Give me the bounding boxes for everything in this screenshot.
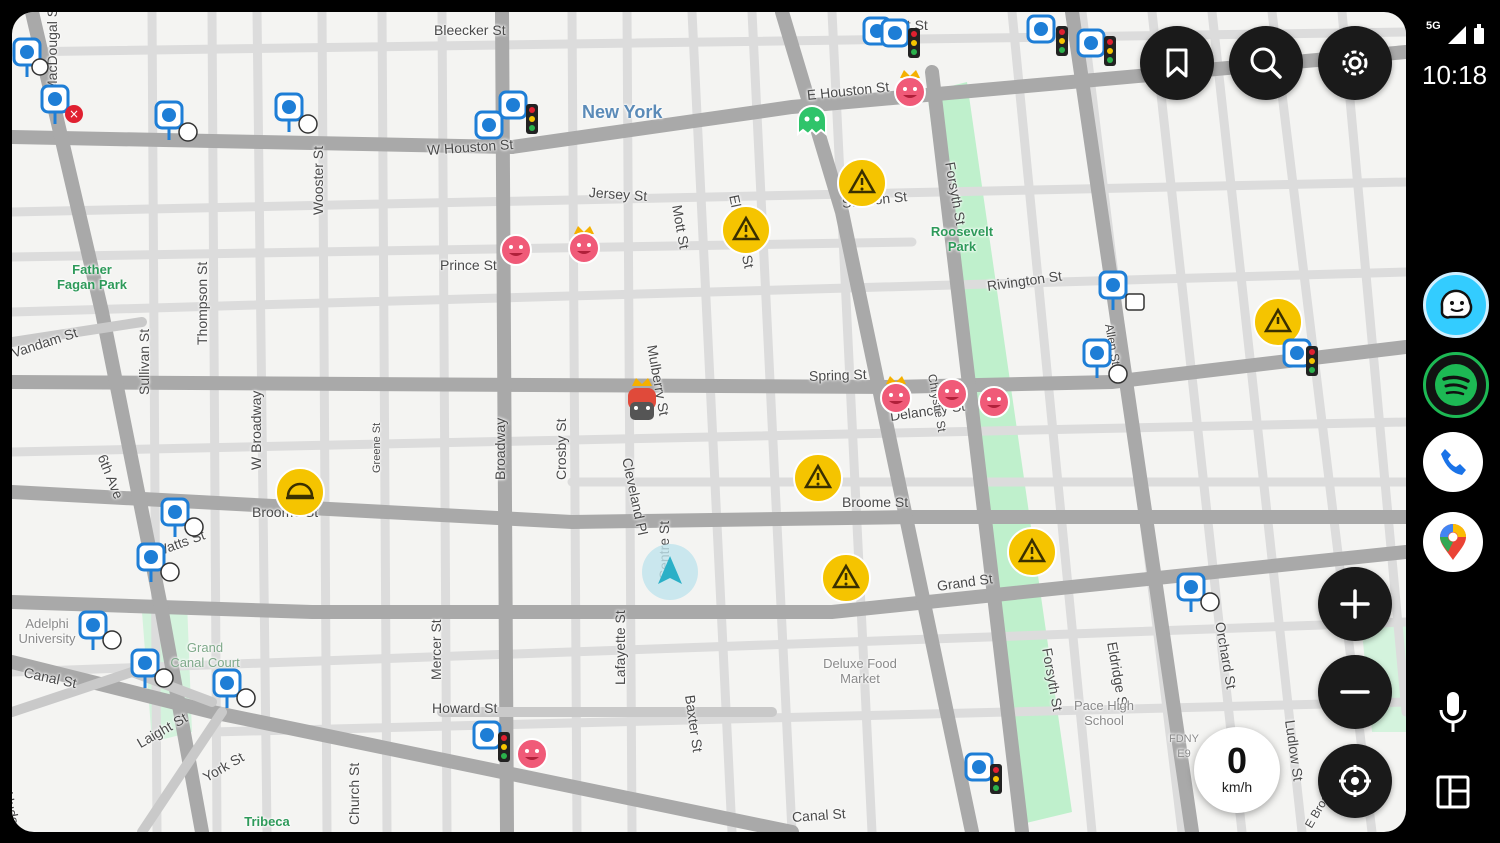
speed-camera-icon[interactable] — [154, 100, 200, 146]
waze-app-button[interactable] — [1423, 272, 1489, 338]
bookmark-button[interactable] — [1140, 26, 1214, 100]
poi-label: Tribeca — [244, 814, 290, 829]
wazer-avatar-icon[interactable] — [934, 376, 970, 412]
street-label: Wooster St — [310, 146, 326, 215]
plus-icon — [1340, 589, 1370, 619]
street-label: Church St — [346, 762, 362, 825]
zoom-in-button[interactable] — [1318, 567, 1392, 641]
traffic-light-camera-icon[interactable] — [1282, 338, 1330, 390]
map-view[interactable]: Bleecker St E Houston St W Houston St 1s… — [12, 12, 1406, 832]
ghost-wazer-icon[interactable] — [794, 104, 830, 140]
zoom-out-button[interactable] — [1318, 655, 1392, 729]
park-label: Roosevelt Park — [930, 224, 994, 254]
layout-icon[interactable] — [1436, 775, 1470, 809]
phone-app-button[interactable] — [1423, 432, 1483, 492]
street-label: Crosby St — [553, 418, 569, 480]
poi-label: Adelphi University — [18, 616, 76, 646]
wazer-avatar-icon[interactable] — [890, 68, 930, 110]
wazer-avatar-icon[interactable] — [498, 232, 534, 268]
hazard-icon[interactable] — [720, 204, 772, 262]
speedometer: 0 km/h — [1194, 727, 1280, 813]
traffic-light-camera-icon[interactable] — [964, 752, 1012, 804]
recenter-button[interactable] — [1318, 744, 1392, 818]
street-label: Prince St — [440, 257, 497, 273]
street-label: W Broadway — [248, 390, 264, 470]
hazard-icon[interactable] — [792, 452, 844, 510]
phone-icon — [1441, 449, 1466, 475]
search-icon — [1250, 47, 1282, 79]
poi-label: Deluxe Food Market — [823, 656, 897, 686]
traffic-camera-icon[interactable] — [1026, 12, 1118, 72]
street-label: Howard St — [432, 700, 498, 716]
street-label: Bleecker St — [434, 22, 506, 38]
speed-camera-icon[interactable] — [130, 648, 178, 698]
speed-camera-icon[interactable] — [160, 497, 208, 547]
street-label: Thompson St — [194, 261, 210, 345]
poi-label: Pace High School — [1074, 698, 1134, 728]
signal-battery-icon — [1448, 24, 1484, 44]
wazer-vehicle-icon[interactable] — [622, 376, 662, 428]
svg-text:×: × — [69, 107, 79, 121]
speed-camera-icon[interactable] — [78, 610, 126, 660]
google-maps-app-button[interactable] — [1423, 512, 1483, 572]
minus-icon — [1340, 690, 1370, 694]
network-indicator: 5G — [1426, 20, 1441, 32]
speed-camera-icon[interactable]: × — [40, 84, 86, 130]
recenter-icon — [1339, 765, 1371, 797]
hazard-icon[interactable] — [836, 157, 888, 215]
poi-label: Grand Canal Court — [170, 640, 240, 670]
speed-camera-icon[interactable] — [212, 668, 260, 718]
clock: 10:18 — [1422, 60, 1488, 90]
wazer-avatar-icon[interactable] — [876, 374, 916, 416]
speed-unit: km/h — [1221, 779, 1253, 795]
microphone-icon[interactable] — [1436, 690, 1470, 734]
street-label: Lafayette St — [612, 610, 628, 685]
google-maps-icon — [1440, 524, 1466, 560]
speed-camera-icon[interactable] — [274, 92, 320, 138]
street-label: Sullivan St — [136, 328, 152, 395]
wazer-avatar-icon[interactable] — [976, 384, 1012, 420]
speed-camera-icon[interactable] — [12, 37, 52, 81]
spotify-icon — [1435, 364, 1477, 406]
speed-value: 0 — [1226, 740, 1248, 781]
park-label: Father Fagan Park — [56, 262, 128, 292]
street-label: Greene St — [371, 422, 383, 473]
traffic-light-camera-icon[interactable] — [472, 720, 520, 772]
speed-camera-icon[interactable] — [1082, 338, 1130, 388]
bus-camera-icon[interactable] — [1098, 270, 1146, 314]
speed-camera-icon[interactable] — [1176, 572, 1224, 622]
construction-icon[interactable] — [274, 466, 326, 524]
street-label: Broome St — [842, 494, 909, 510]
traffic-camera-icon[interactable] — [474, 90, 544, 142]
wazer-avatar-icon[interactable] — [514, 736, 550, 772]
gear-icon — [1342, 50, 1368, 76]
current-location-icon — [642, 544, 698, 600]
street-label: Mercer St — [428, 619, 444, 680]
settings-button[interactable] — [1318, 26, 1392, 100]
street-label: Spring St — [808, 365, 867, 384]
city-label: New York — [582, 102, 663, 122]
hazard-icon[interactable] — [820, 552, 872, 610]
speed-camera-icon[interactable] — [136, 542, 184, 592]
street-label: Broadway — [492, 417, 508, 480]
search-button[interactable] — [1229, 26, 1303, 100]
hazard-icon[interactable] — [1006, 526, 1058, 584]
traffic-camera-icon[interactable] — [862, 14, 924, 64]
bookmark-icon — [1166, 48, 1188, 78]
waze-icon — [1440, 289, 1473, 319]
wazer-avatar-icon[interactable] — [564, 224, 604, 266]
spotify-app-button[interactable] — [1423, 352, 1489, 418]
